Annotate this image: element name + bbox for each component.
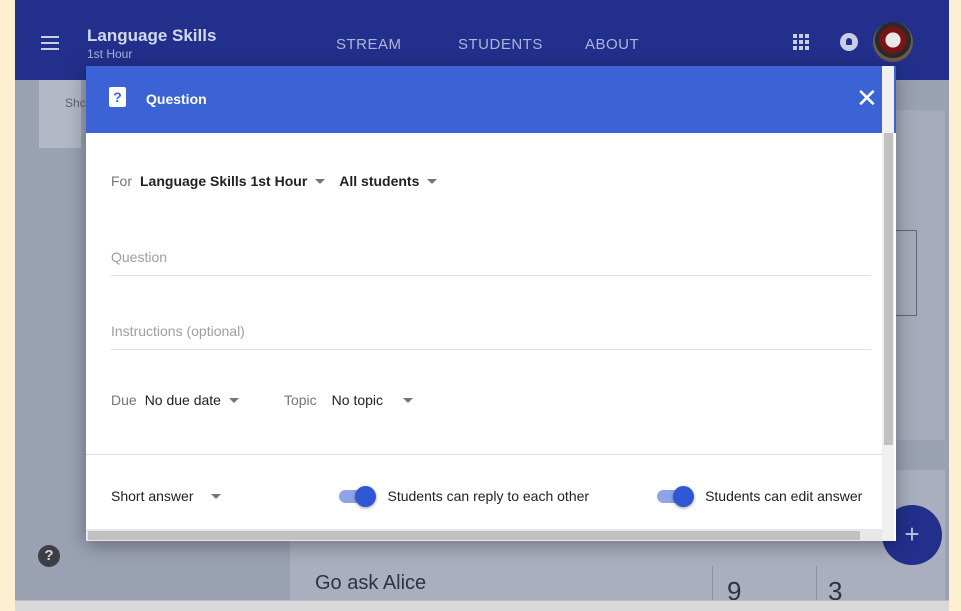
options-row: Short answer Students can reply to each … [111, 486, 863, 507]
chevron-down-icon [403, 397, 414, 403]
question-dialog: ? Question ✕ For Language Skills 1st Hou… [86, 66, 896, 541]
notifications-icon[interactable] [840, 33, 858, 51]
background-outlined-box [895, 230, 917, 316]
avatar[interactable] [873, 22, 913, 62]
chevron-down-icon [228, 397, 239, 403]
scrollbar-thumb[interactable] [884, 133, 893, 445]
students-selector[interactable]: All students [339, 173, 438, 189]
question-input[interactable]: Question [111, 249, 871, 276]
instructions-input[interactable]: Instructions (optional) [111, 323, 871, 350]
students-selector-value: All students [339, 173, 420, 189]
classroom-app: Language Skills 1st Hour STREAM STUDENTS… [15, 0, 949, 600]
answer-type-selector[interactable]: Short answer [111, 488, 222, 504]
due-date-value: No due date [144, 392, 221, 408]
dialog-header: ? Question ✕ [86, 66, 896, 133]
close-icon[interactable]: ✕ [856, 84, 878, 112]
dialog-title: Question [146, 91, 207, 107]
answer-type-value: Short answer [111, 488, 194, 504]
question-icon: ? [109, 87, 126, 107]
stat-divider [712, 566, 713, 600]
stat-count-a: 9 [727, 576, 742, 600]
due-date-selector[interactable]: No due date [145, 392, 239, 408]
background-truncated-text: Shc [65, 96, 86, 110]
divider [86, 454, 882, 455]
due-label: Due [111, 392, 137, 408]
stat-divider [816, 566, 817, 600]
background-card [39, 80, 81, 148]
tab-students[interactable]: STUDENTS [458, 36, 543, 53]
for-label: For [111, 173, 132, 189]
post-title: Go ask Alice [315, 572, 427, 594]
tab-stream[interactable]: STREAM [336, 36, 402, 53]
topic-value: No topic [331, 392, 384, 408]
chevron-down-icon [315, 178, 326, 184]
class-selector-value: Language Skills 1st Hour [140, 173, 308, 189]
reply-toggle[interactable] [339, 486, 377, 507]
stat-count-b: 3 [828, 576, 843, 600]
class-selector[interactable]: Language Skills 1st Hour [140, 173, 326, 189]
toggle-knob [673, 486, 695, 507]
due-topic-row: Due No due date Topic No topic [111, 392, 414, 408]
topic-label: Topic [283, 392, 317, 408]
right-margin [949, 0, 961, 611]
edit-answer-toggle[interactable] [657, 486, 695, 507]
class-title: Language Skills [87, 26, 217, 45]
bottom-bar [15, 600, 949, 611]
edit-answer-toggle-label: Students can edit answer [705, 488, 863, 504]
left-margin [0, 0, 15, 611]
topic-selector[interactable]: No topic [331, 392, 414, 408]
horizontal-scrollbar-thumb[interactable] [88, 531, 860, 540]
toggle-knob [355, 486, 377, 507]
menu-icon[interactable] [41, 36, 59, 50]
chevron-down-icon [211, 493, 222, 499]
chevron-down-icon [427, 178, 438, 184]
help-icon[interactable]: ? [38, 545, 60, 567]
tab-about[interactable]: ABOUT [585, 36, 639, 53]
reply-toggle-label: Students can reply to each other [387, 488, 590, 504]
apps-grid-icon[interactable] [793, 34, 809, 50]
class-section: 1st Hour [87, 47, 133, 61]
audience-row: For Language Skills 1st Hour All student… [111, 173, 438, 189]
